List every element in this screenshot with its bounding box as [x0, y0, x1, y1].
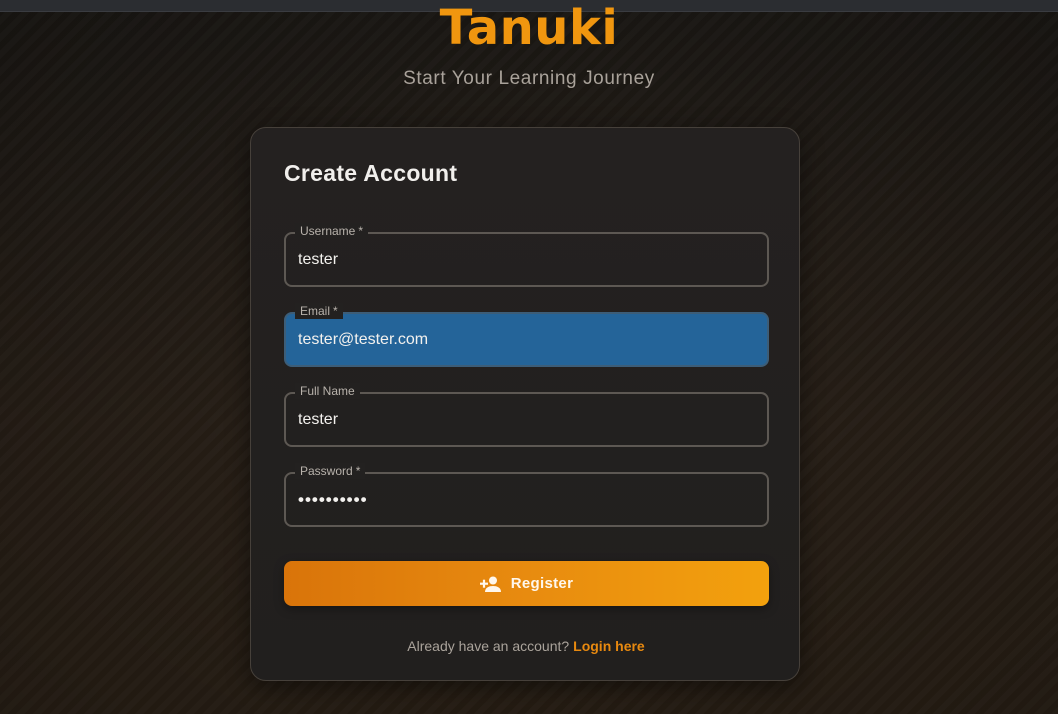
full-name-field[interactable]: Full Name tester — [284, 383, 769, 447]
person-add-icon — [479, 576, 502, 592]
app-logo-title: Tanuki — [439, 0, 619, 56]
email-input[interactable]: tester@tester.com — [298, 329, 738, 351]
register-button[interactable]: Register — [284, 561, 769, 606]
email-field[interactable]: Email * tester@tester.com — [284, 303, 769, 367]
password-field[interactable]: Password * •••••••••• — [284, 463, 769, 527]
login-link[interactable]: Login here — [573, 638, 645, 654]
login-prompt-text: Already have an account? — [407, 638, 570, 654]
username-field[interactable]: Username * tester — [284, 223, 769, 287]
full-name-label: Full Name — [295, 383, 360, 399]
password-label: Password * — [295, 463, 366, 479]
tagline: Start Your Learning Journey — [403, 68, 655, 89]
register-button-label: Register — [510, 575, 574, 592]
full-name-input[interactable]: tester — [298, 409, 738, 431]
register-card: Create Account Username * tester Email * t… — [250, 127, 800, 681]
username-label: Username * — [295, 223, 369, 239]
username-input[interactable]: tester — [298, 249, 738, 271]
login-prompt-line: Already have an account? Login here — [251, 638, 801, 654]
password-input[interactable]: •••••••••• — [298, 489, 738, 511]
email-label: Email * — [295, 303, 343, 319]
form-title: Create Account — [284, 160, 458, 186]
